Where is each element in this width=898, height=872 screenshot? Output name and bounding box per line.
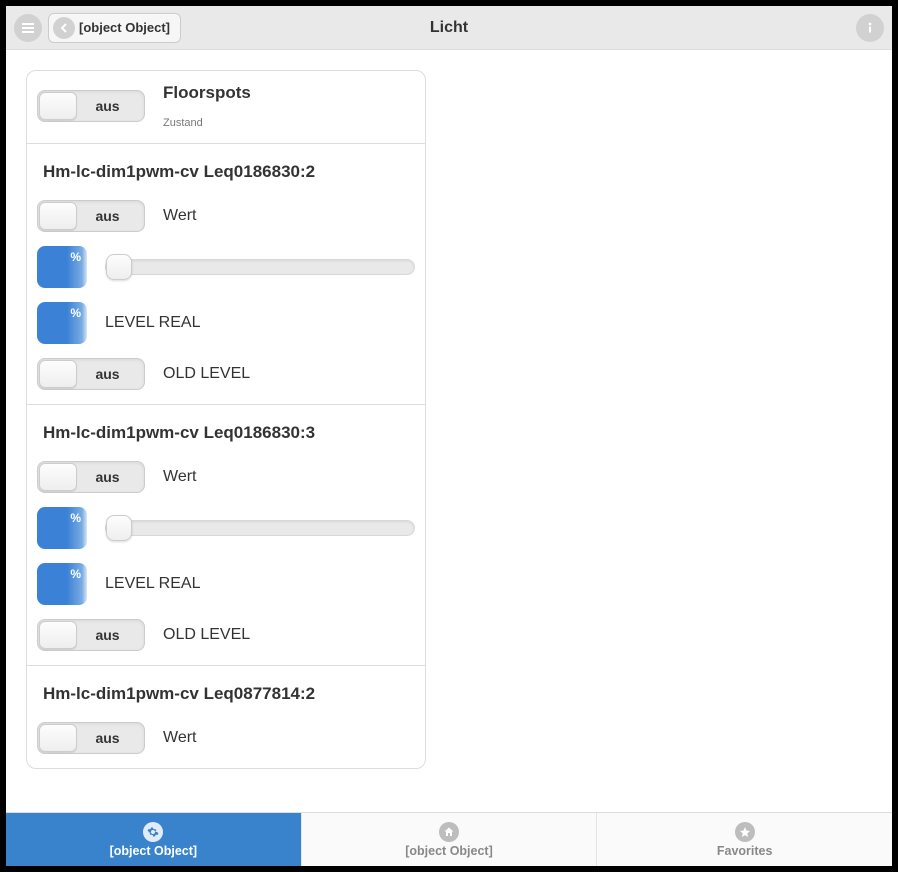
content-area: aus Floorspots Zustand Hm-lc-dim1pwm-cv … (6, 50, 892, 812)
slider-thumb[interactable] (106, 254, 132, 280)
slider-thumb[interactable] (106, 515, 132, 541)
toggle-knob (39, 360, 77, 388)
toggle-label: aus (77, 366, 144, 382)
menu-icon (20, 20, 36, 36)
tab-home[interactable]: [object Object] (302, 813, 598, 866)
info-button[interactable] (856, 14, 884, 42)
wert-label: Wert (163, 468, 196, 486)
toggle-wert-1[interactable]: aus (37, 461, 145, 493)
toggle-knob (39, 202, 77, 230)
toggle-label: aus (77, 469, 144, 485)
toggle-knob (39, 621, 77, 649)
device-title: Floorspots (163, 83, 251, 103)
percent-badge: % (37, 507, 87, 549)
percent-badge: % (37, 563, 87, 605)
level-real-label: LEVEL REAL (105, 575, 200, 593)
back-button[interactable]: [object Object] (48, 13, 181, 43)
level-slider-0[interactable] (105, 259, 415, 275)
section-floorspots: aus Floorspots Zustand (27, 71, 425, 143)
header-bar: [object Object] Licht (6, 6, 892, 50)
wert-label: Wert (163, 207, 196, 225)
info-icon (863, 21, 877, 35)
level-real-label: LEVEL REAL (105, 314, 200, 332)
percent-symbol: % (70, 511, 81, 525)
device-card: aus Floorspots Zustand Hm-lc-dim1pwm-cv … (26, 70, 426, 769)
percent-symbol: % (70, 567, 81, 581)
footer-tabs: [object Object] [object Object] Favorite… (6, 812, 892, 866)
level-slider-1[interactable] (105, 520, 415, 536)
device-subtitle: Zustand (163, 117, 251, 129)
percent-badge: % (37, 246, 87, 288)
channel-heading: Hm-lc-dim1pwm-cv Leq0186830:2 (43, 162, 415, 182)
section-channel-1: Hm-lc-dim1pwm-cv Leq0186830:3 aus Wert % (27, 404, 425, 665)
star-icon (735, 822, 755, 842)
toggle-floorspots[interactable]: aus (37, 90, 145, 122)
old-level-label: OLD LEVEL (163, 365, 250, 383)
tab-favorites[interactable]: Favorites (597, 813, 892, 866)
toggle-wert-2[interactable]: aus (37, 722, 145, 754)
section-channel-2: Hm-lc-dim1pwm-cv Leq0877814:2 aus Wert (27, 665, 425, 768)
toggle-label: aus (77, 208, 144, 224)
gear-icon (143, 822, 163, 842)
percent-symbol: % (70, 250, 81, 264)
back-label: [object Object] (79, 20, 170, 35)
home-icon (439, 822, 459, 842)
toggle-label: aus (77, 98, 144, 114)
toggle-label: aus (77, 627, 144, 643)
toggle-knob (39, 463, 77, 491)
toggle-label: aus (77, 730, 144, 746)
toggle-knob (39, 724, 77, 752)
tab-settings[interactable]: [object Object] (6, 813, 302, 866)
percent-badge: % (37, 302, 87, 344)
channel-heading: Hm-lc-dim1pwm-cv Leq0877814:2 (43, 684, 415, 704)
wert-label: Wert (163, 729, 196, 747)
toggle-knob (39, 92, 77, 120)
section-channel-0: Hm-lc-dim1pwm-cv Leq0186830:2 aus Wert % (27, 143, 425, 404)
toggle-wert-0[interactable]: aus (37, 200, 145, 232)
old-level-label: OLD LEVEL (163, 626, 250, 644)
menu-button[interactable] (14, 14, 42, 42)
toggle-old-level-0[interactable]: aus (37, 358, 145, 390)
toggle-old-level-1[interactable]: aus (37, 619, 145, 651)
tab-label: [object Object] (405, 844, 493, 858)
percent-symbol: % (70, 306, 81, 320)
back-arrow-icon (53, 17, 75, 39)
tab-label: [object Object] (110, 844, 198, 858)
channel-heading: Hm-lc-dim1pwm-cv Leq0186830:3 (43, 423, 415, 443)
tab-label: Favorites (717, 844, 773, 858)
